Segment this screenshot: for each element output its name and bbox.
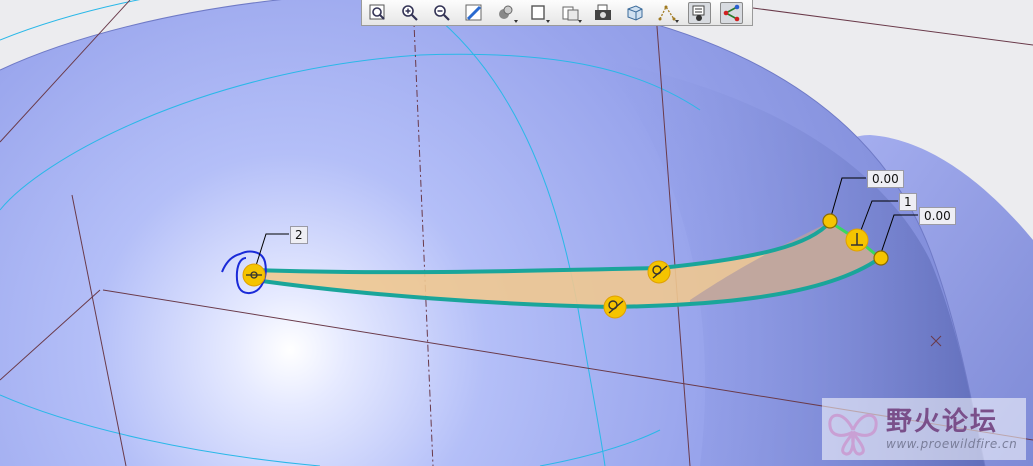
dropdown-arrow-icon bbox=[674, 19, 679, 23]
watermark-url: www.proewildfire.cn bbox=[886, 437, 1018, 451]
datum-display-button[interactable] bbox=[655, 2, 679, 24]
saved-orientations-button[interactable] bbox=[527, 2, 551, 24]
zoom-fit-button[interactable] bbox=[366, 2, 389, 24]
zoom-fit-icon bbox=[369, 4, 385, 20]
repaint-button[interactable] bbox=[462, 2, 485, 24]
zoom-out-button[interactable] bbox=[430, 2, 453, 24]
spin-center-button[interactable] bbox=[719, 1, 744, 24]
vertex-handle-right[interactable] bbox=[873, 250, 889, 266]
dropdown-arrow-icon bbox=[578, 19, 583, 23]
camera-button[interactable] bbox=[591, 2, 614, 24]
saved-orientations-icon bbox=[530, 4, 545, 20]
butterfly-logo-icon bbox=[828, 413, 878, 456]
zoom-in-icon bbox=[402, 4, 418, 21]
annotation-display-icon bbox=[692, 5, 705, 21]
display-style-icon bbox=[499, 5, 513, 19]
datum-display-icon bbox=[658, 5, 676, 20]
zoom-out-icon bbox=[434, 4, 450, 21]
spin-center-icon bbox=[723, 4, 739, 21]
view-manager-button[interactable] bbox=[559, 2, 583, 24]
zoom-in-button[interactable] bbox=[398, 2, 421, 24]
dimension-label-tangent-top[interactable]: 0.00 bbox=[867, 170, 904, 188]
dimension-label-endpoint[interactable]: 2 bbox=[290, 226, 308, 244]
repaint-icon bbox=[465, 4, 482, 20]
annotation-display-button[interactable] bbox=[687, 1, 712, 24]
watermark-title: 野火论坛 bbox=[886, 407, 999, 437]
perspective-button[interactable] bbox=[623, 2, 646, 24]
perspective-icon bbox=[627, 4, 643, 21]
vertex-handle-top[interactable] bbox=[822, 213, 838, 229]
dropdown-arrow-icon bbox=[514, 19, 519, 23]
dimension-label-tangent-right[interactable]: 0.00 bbox=[919, 207, 956, 225]
dimension-label-perpendicular[interactable]: 1 bbox=[899, 193, 917, 211]
view-manager-icon bbox=[562, 6, 579, 20]
3d-viewport[interactable] bbox=[0, 0, 1033, 466]
endpoint-handle-left[interactable] bbox=[242, 263, 266, 287]
tangent-handle-lower[interactable] bbox=[603, 295, 627, 319]
perpendicular-handle[interactable] bbox=[845, 228, 869, 252]
dropdown-arrow-icon bbox=[546, 19, 551, 23]
tangent-handle-upper[interactable] bbox=[647, 260, 671, 284]
camera-icon bbox=[594, 4, 611, 20]
view-toolbar bbox=[361, 0, 753, 26]
forum-watermark: 野火论坛 www.proewildfire.cn bbox=[822, 398, 1026, 460]
display-style-button[interactable] bbox=[495, 2, 519, 24]
